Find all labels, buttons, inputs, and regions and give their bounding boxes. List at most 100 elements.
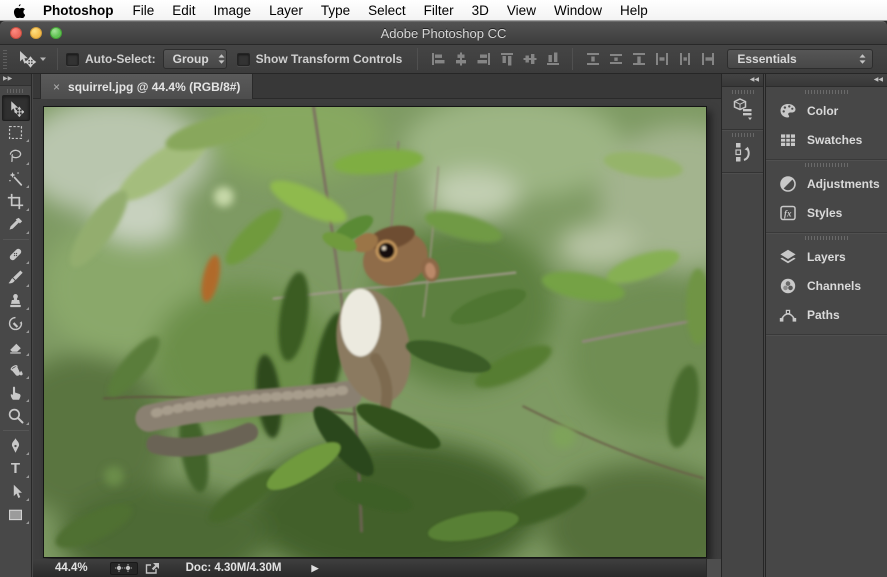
crop-tool[interactable] — [0, 190, 32, 213]
distribute-vertical-centers-button[interactable] — [604, 49, 627, 69]
panel-group-color: Color Swatches — [766, 87, 887, 160]
show-transform-label: Show Transform Controls — [256, 52, 403, 66]
move-tool-preset-icon[interactable] — [15, 50, 47, 68]
apple-icon[interactable] — [12, 3, 25, 18]
align-top-edges-button[interactable] — [495, 49, 518, 69]
collapse-dock-arrows-icon[interactable]: ◀◀ — [722, 74, 763, 87]
panel-tab-label: Paths — [807, 308, 840, 322]
up-down-arrows-icon — [850, 53, 867, 65]
magic-wand-tool[interactable] — [0, 167, 32, 190]
menu-window[interactable]: Window — [545, 3, 611, 18]
menu-select[interactable]: Select — [359, 3, 415, 18]
eraser-tool[interactable] — [0, 335, 32, 358]
panel-tab-swatches[interactable]: Swatches — [766, 125, 887, 154]
separator — [417, 48, 418, 70]
clone-stamp-tool[interactable] — [0, 289, 32, 312]
path-selection-tool[interactable] — [0, 480, 32, 503]
panel-tab-layers[interactable]: Layers — [766, 242, 887, 271]
status-bar: 44.4% Doc: 4.30M/4.30M ▶ — [33, 559, 706, 577]
panel-tab-label: Channels — [807, 279, 861, 293]
zoom-level-field[interactable]: 44.4% — [55, 562, 88, 574]
menu-file[interactable]: File — [124, 3, 164, 18]
align-right-edges-button[interactable] — [472, 49, 495, 69]
separator — [57, 48, 58, 70]
window-resize-corner[interactable] — [706, 559, 721, 577]
menu-layer[interactable]: Layer — [260, 3, 312, 18]
dock-grip — [766, 87, 887, 96]
sync-settings-icon[interactable] — [110, 562, 138, 575]
document-tab[interactable]: × squirrel.jpg @ 44.4% (RGB/8#) — [40, 74, 253, 99]
history-panel-button[interactable] — [722, 130, 763, 173]
auto-select-label: Auto-Select: — [85, 52, 156, 66]
panel-tab-paths[interactable]: Paths — [766, 300, 887, 329]
photoshop-window: Photoshop File Edit Image Layer Type Sel… — [0, 0, 887, 577]
share-icon[interactable] — [145, 562, 160, 574]
menu-view[interactable]: View — [498, 3, 545, 18]
document-tab-title: squirrel.jpg @ 44.4% (RGB/8#) — [68, 80, 240, 94]
close-tab-icon[interactable]: × — [53, 80, 60, 94]
menu-3d[interactable]: 3D — [463, 3, 498, 18]
panel-tab-styles[interactable]: fx Styles — [766, 198, 887, 227]
panel-tab-channels[interactable]: Channels — [766, 271, 887, 300]
svg-text:fx: fx — [784, 208, 792, 218]
lasso-tool[interactable] — [0, 144, 32, 167]
align-vertical-centers-button[interactable] — [518, 49, 541, 69]
panel-tab-label: Swatches — [807, 133, 862, 147]
rectangle-shape-tool[interactable] — [0, 503, 32, 526]
show-transform-checkbox[interactable] — [237, 53, 250, 66]
collapse-dock-arrows-icon[interactable]: ◀◀ — [766, 74, 887, 87]
brush-tool[interactable] — [0, 266, 32, 289]
mac-menu-bar: Photoshop File Edit Image Layer Type Sel… — [0, 0, 887, 21]
channels-icon — [778, 276, 798, 296]
type-tool[interactable]: T — [0, 457, 32, 480]
distribute-right-edges-button[interactable] — [696, 49, 719, 69]
panel-tab-label: Styles — [807, 206, 842, 220]
tools-panel: ▶▶ — [0, 74, 32, 577]
auto-select-target-dropdown[interactable]: Group — [163, 49, 227, 69]
rectangular-marquee-tool[interactable] — [0, 121, 32, 144]
paths-icon — [778, 305, 798, 325]
panel-dock: ◀◀ Color Swatches Adjustments — [765, 74, 887, 577]
distribute-left-edges-button[interactable] — [650, 49, 673, 69]
distribute-horizontal-centers-button[interactable] — [673, 49, 696, 69]
paint-bucket-tool[interactable] — [0, 358, 32, 381]
canvas-area[interactable] — [33, 99, 721, 559]
canvas-image[interactable] — [43, 106, 707, 558]
history-icon — [731, 139, 755, 165]
smudge-tool[interactable] — [0, 381, 32, 404]
align-horizontal-centers-button[interactable] — [449, 49, 472, 69]
panel-tab-adjustments[interactable]: Adjustments — [766, 169, 887, 198]
align-bottom-edges-button[interactable] — [541, 49, 564, 69]
workspace: ▶▶ — [0, 74, 887, 577]
separator — [3, 239, 29, 240]
panel-tab-color[interactable]: Color — [766, 96, 887, 125]
eyedropper-tool[interactable] — [0, 213, 32, 236]
menu-photoshop[interactable]: Photoshop — [33, 3, 124, 18]
menu-help[interactable]: Help — [611, 3, 657, 18]
zoom-tool[interactable] — [0, 404, 32, 427]
spot-healing-brush-tool[interactable] — [0, 243, 32, 266]
color-palette-icon — [778, 101, 798, 121]
status-expand-icon[interactable]: ▶ — [311, 563, 318, 574]
pen-tool[interactable] — [0, 434, 32, 457]
menu-filter[interactable]: Filter — [415, 3, 463, 18]
menu-edit[interactable]: Edit — [163, 3, 204, 18]
separator — [3, 430, 29, 431]
menu-image[interactable]: Image — [205, 3, 261, 18]
distribute-bottom-edges-button[interactable] — [627, 49, 650, 69]
collapsed-panel-dock: ◀◀ — [721, 74, 764, 577]
tools-panel-expand-icon[interactable]: ▶▶ — [0, 74, 31, 86]
workspace-dropdown[interactable]: Essentials — [727, 49, 873, 69]
history-brush-tool[interactable] — [0, 312, 32, 335]
properties-panel-button[interactable] — [722, 87, 763, 130]
align-left-edges-button[interactable] — [426, 49, 449, 69]
swatches-grid-icon — [778, 130, 798, 150]
distribute-top-edges-button[interactable] — [581, 49, 604, 69]
dock-grip — [766, 160, 887, 169]
panel-group-layers: Layers Channels Paths — [766, 233, 887, 335]
auto-select-checkbox[interactable] — [66, 53, 79, 66]
tools-panel-grip[interactable] — [7, 89, 25, 93]
move-tool[interactable] — [2, 95, 30, 121]
adjustments-icon — [778, 174, 798, 194]
menu-type[interactable]: Type — [312, 3, 359, 18]
